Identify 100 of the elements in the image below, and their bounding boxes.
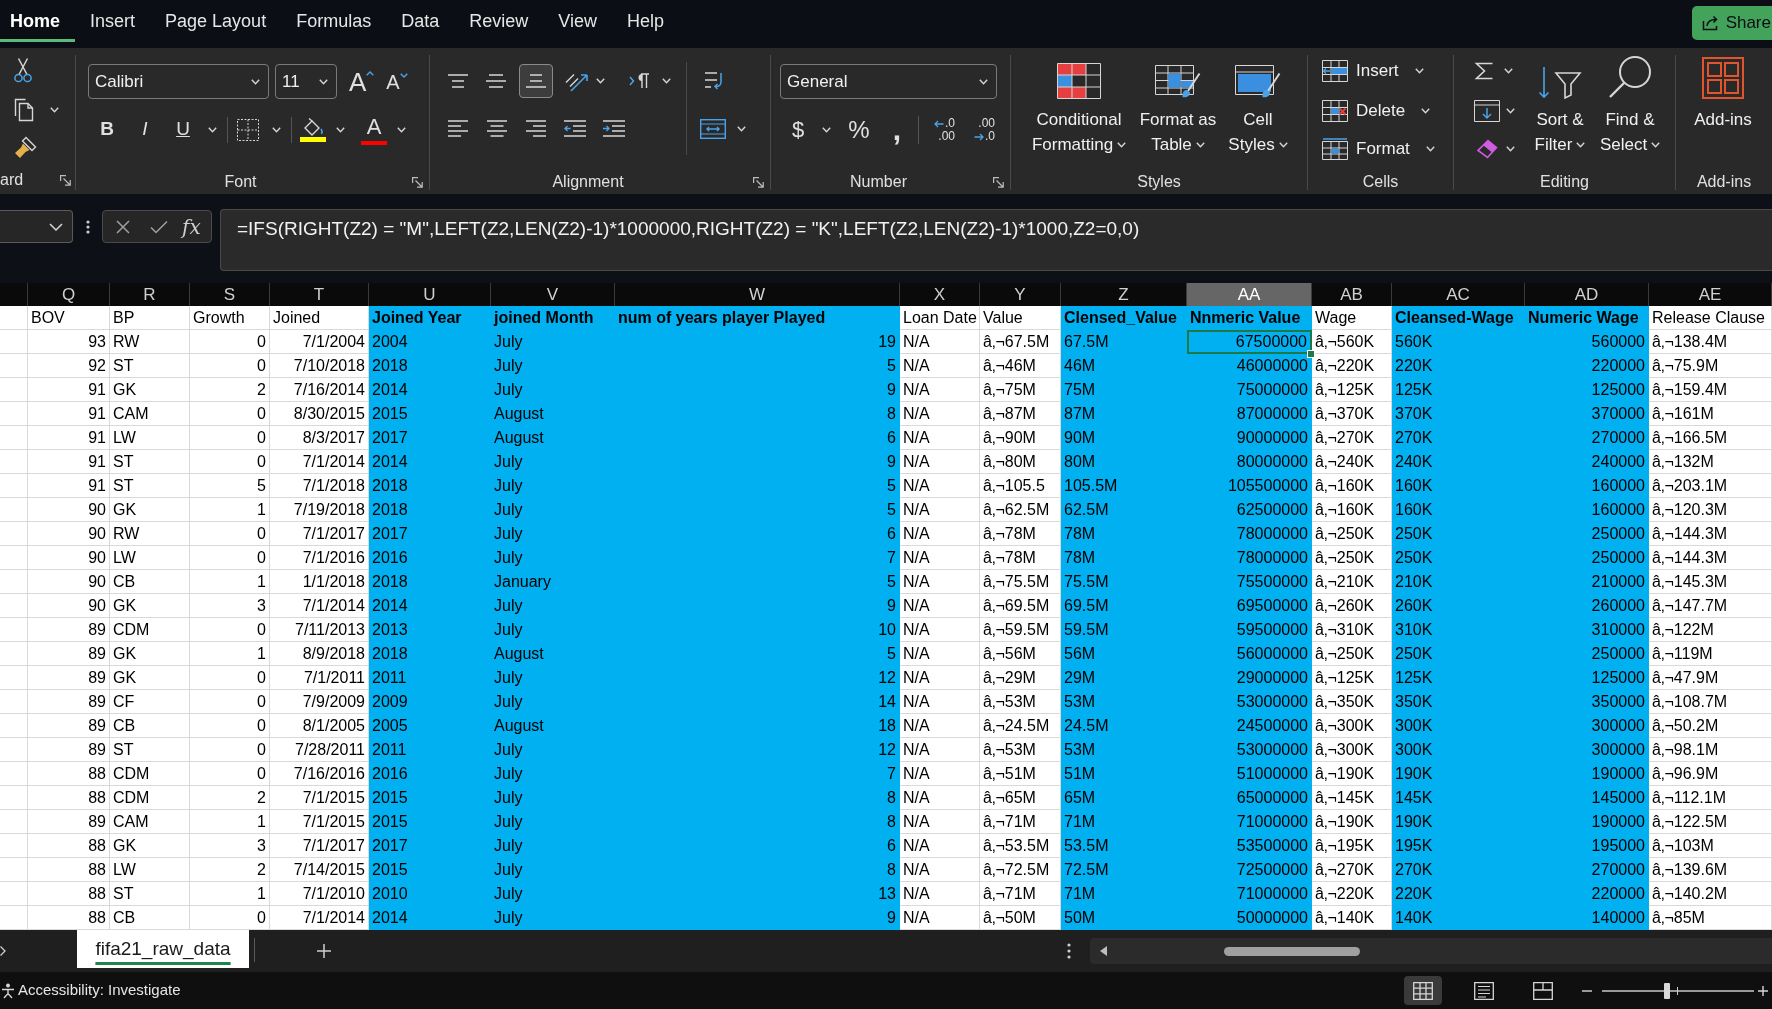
table-cell: 90 (28, 522, 110, 546)
horizontal-scrollbar[interactable] (1090, 938, 1772, 964)
underline-button[interactable]: U (172, 115, 194, 144)
table-cell: N/A (900, 522, 980, 546)
increase-indent-icon[interactable] (602, 120, 626, 137)
table-cell: July (491, 666, 615, 690)
table-cell: 310K (1392, 618, 1525, 642)
table-cell: 7 (615, 546, 900, 570)
merge-cells-icon[interactable] (700, 118, 726, 139)
table-cell: 59500000 (1187, 618, 1312, 642)
align-bottom-button[interactable] (519, 64, 553, 98)
fill-down-icon[interactable] (1474, 100, 1500, 122)
chevron-down-icon[interactable] (336, 126, 345, 133)
sort-filter-button[interactable]: Sort & Filter (1526, 55, 1594, 170)
menu-tab[interactable]: Page Layout (150, 0, 282, 42)
copy-icon[interactable] (14, 98, 34, 122)
table-cell: 91 (28, 426, 110, 450)
chevron-down-icon[interactable] (208, 126, 217, 133)
add-ins-button[interactable]: Add-ins (1683, 55, 1763, 170)
grow-font-button[interactable]: A (349, 67, 375, 96)
menu-tab[interactable]: View (543, 0, 612, 42)
number-format-dropdown[interactable]: General (780, 64, 997, 99)
decrease-decimal-button[interactable]: .00 .0 (963, 115, 995, 145)
more-options-icon[interactable] (86, 220, 90, 234)
chevron-down-icon[interactable] (822, 127, 831, 133)
chevron-down-icon[interactable] (737, 125, 746, 132)
chevron-down-icon[interactable] (397, 126, 406, 133)
share-button[interactable]: Share (1691, 6, 1772, 40)
conditional-formatting-button[interactable]: Conditional Formatting (1025, 55, 1133, 170)
table-cell: 8/3/2017 (270, 426, 369, 450)
borders-icon[interactable] (237, 118, 259, 141)
text-direction-icon[interactable] (629, 73, 651, 89)
increase-decimal-button[interactable]: .0 .00 (923, 115, 955, 145)
paint-bucket-icon[interactable] (300, 117, 326, 142)
eraser-icon[interactable] (1476, 139, 1498, 159)
align-left-icon[interactable] (447, 120, 469, 137)
table-cell: 9 (615, 594, 900, 618)
dialog-launcher-icon[interactable] (60, 174, 71, 186)
menu-tab[interactable]: Insert (75, 0, 151, 42)
menu-tab[interactable]: Review (454, 0, 544, 42)
cell-styles-button[interactable]: Cell Styles (1223, 55, 1293, 170)
insert-function-button[interactable]: fx (182, 211, 201, 242)
normal-view-button[interactable] (1404, 976, 1442, 1005)
comma-format-button[interactable]: , (890, 115, 904, 145)
enter-check-icon[interactable] (150, 219, 168, 234)
chevron-down-icon[interactable] (662, 78, 671, 84)
zoom-slider-thumb[interactable] (1664, 982, 1671, 999)
table-cell: N/A (900, 450, 980, 474)
decrease-indent-icon[interactable] (563, 120, 587, 137)
chevron-down-icon[interactable] (272, 126, 281, 133)
cancel-icon[interactable] (116, 219, 130, 234)
align-right-icon[interactable] (525, 120, 547, 137)
font-color-button[interactable]: A (361, 114, 387, 145)
sigma-icon[interactable] (1474, 62, 1494, 80)
chevron-down-icon[interactable] (50, 107, 59, 113)
zoom-slider[interactable] (1602, 982, 1754, 999)
currency-format-button[interactable]: $ (789, 117, 807, 143)
table-cell: 78000000 (1187, 546, 1312, 570)
chevron-down-icon[interactable] (596, 78, 605, 84)
insert-cells-button[interactable]: Insert (1322, 55, 1435, 87)
more-options-icon[interactable] (1067, 943, 1071, 959)
format-cells-button[interactable]: Format (1322, 133, 1435, 165)
zoom-out-icon[interactable] (1582, 989, 1592, 992)
accessibility-icon[interactable] (1, 982, 15, 999)
zoom-in-icon[interactable] (1758, 985, 1768, 996)
scrollbar-thumb[interactable] (1224, 946, 1360, 956)
align-center-icon[interactable] (486, 120, 508, 137)
dialog-launcher-icon[interactable] (411, 176, 423, 188)
formula-input[interactable]: =IFS(RIGHT(Z2) = "M",LEFT(Z2,LEN(Z2)-1)*1000000,RIGHT(Z2) = "K",LEFT(Z2,LEN(Z2)-1)*1000,Z2=0,0) (220, 209, 1772, 271)
chevron-down-icon[interactable] (1506, 146, 1515, 152)
paintbrush-icon[interactable] (14, 135, 38, 159)
bold-button[interactable]: B (96, 115, 118, 144)
dialog-launcher-icon[interactable] (752, 176, 764, 188)
percent-format-button[interactable]: % (845, 116, 873, 144)
accessibility-status[interactable]: Accessibility: Investigate (18, 979, 181, 1002)
scroll-left-arrow-icon[interactable] (1100, 946, 1107, 956)
chevron-down-icon[interactable] (1506, 108, 1515, 114)
scissors-icon[interactable] (14, 57, 32, 83)
sheet-tab[interactable]: fifa21_raw_data (77, 930, 249, 968)
chevron-right-icon[interactable] (0, 946, 6, 956)
add-sheet-icon[interactable] (317, 944, 331, 958)
format-as-table-button[interactable]: Format as Table (1133, 55, 1223, 170)
chevron-down-icon[interactable] (1504, 68, 1513, 74)
find-select-button[interactable]: Find & Select (1595, 55, 1665, 170)
table-cell: 65M (1061, 786, 1187, 810)
column-header[interactable]: AA (1187, 283, 1312, 306)
font-name-dropdown[interactable]: Calibri (88, 64, 269, 99)
table-cell: â‚¬166.5M (1649, 426, 1772, 450)
wrap-text-icon[interactable] (704, 71, 723, 91)
italic-button[interactable]: I (134, 115, 156, 144)
menu-tab[interactable]: Home (0, 0, 75, 42)
delete-cells-button[interactable]: Delete (1322, 95, 1435, 127)
menu-tab[interactable]: Formulas (281, 0, 387, 42)
menu-tab[interactable]: Data (386, 0, 455, 42)
font-size-dropdown[interactable]: 11 (275, 64, 337, 99)
menu-tab[interactable]: Help (611, 0, 679, 42)
table-cell: GK (110, 834, 190, 858)
shrink-font-button[interactable]: A (386, 69, 408, 94)
dialog-launcher-icon[interactable] (992, 176, 1004, 188)
fill-handle[interactable] (1307, 350, 1315, 358)
